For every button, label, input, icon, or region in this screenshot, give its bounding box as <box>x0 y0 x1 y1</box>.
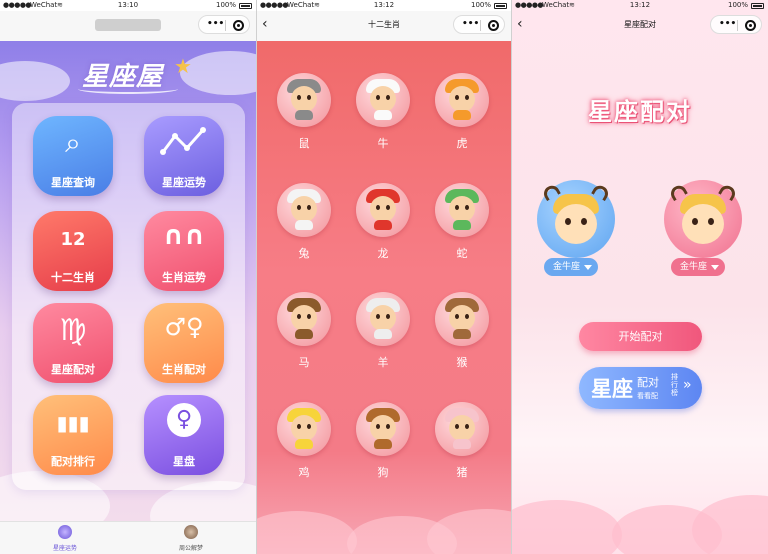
screen-home: ●●●●● WeChat ≋ 13:10 100% ••• 星座屋 ★ ⌕ 星座… <box>0 0 256 554</box>
nav-bar: ‹ 十二生肖 ••• <box>257 11 511 41</box>
zodiac-animal-8[interactable]: 猴 <box>432 292 492 370</box>
zodiac-label: 鸡 <box>298 466 310 479</box>
zodiac-label: 马 <box>298 356 310 369</box>
caret-down-icon <box>584 265 593 270</box>
zodiac-avatar-icon <box>435 292 489 346</box>
trend-icon <box>144 126 224 166</box>
match-heading: 星座配对 <box>588 98 692 126</box>
zodiac-avatar-icon <box>277 183 331 237</box>
tile-animal-match[interactable]: ♂♀ 生肖配对 <box>144 303 224 383</box>
more-icon[interactable]: ••• <box>207 19 224 29</box>
tile-zodiac-animal-fortune[interactable]: ∩∩ 生肖运势 <box>144 211 224 291</box>
zodiac-label: 羊 <box>377 356 389 369</box>
zodiac-label: 猴 <box>456 356 468 369</box>
zodiac-animal-7[interactable]: 羊 <box>353 292 413 370</box>
miniprogram-capsule[interactable]: ••• <box>710 15 762 34</box>
zodiac-label: 兔 <box>298 247 310 260</box>
zodiac-avatar-icon <box>356 183 410 237</box>
zodiac-avatar-icon <box>356 402 410 456</box>
blurred-title <box>95 19 161 31</box>
miniprogram-capsule[interactable]: ••• <box>453 15 505 34</box>
zodiac-avatar-icon <box>356 73 410 127</box>
tile-zodiac-query[interactable]: ⌕ 星座查询 <box>33 116 113 196</box>
zodiac-label: 牛 <box>377 137 389 150</box>
match-background <box>512 0 768 554</box>
zodiac-animal-6[interactable]: 马 <box>274 292 334 370</box>
zodiac-ranking-button[interactable]: 星座 配对 看看配 排行榜 » <box>579 367 702 409</box>
feature-panel: ⌕ 星座查询 星座运势 12 十二生肖 ∩∩ 生肖运势 ♍ 星座配对 ♂♀ 生肖… <box>12 103 245 490</box>
tab-zodiac-fortune[interactable]: 星座运势 <box>30 525 100 552</box>
gender-icon: ♂♀ <box>164 313 204 341</box>
tile-zodiac-match[interactable]: ♍ 星座配对 <box>33 303 113 383</box>
left-taurus-avatar <box>537 180 615 258</box>
app-logo: 星座屋 ★ <box>78 54 192 94</box>
status-bar: ●●●●● WeChat ≋ 13:10 100% <box>0 0 256 11</box>
miniprogram-capsule[interactable]: ••• <box>198 15 250 34</box>
zodiac-animal-2[interactable]: 虎 <box>432 73 492 151</box>
zodiac-animal-9[interactable]: 鸡 <box>274 402 334 480</box>
screen-twelve-zodiac: ●●●●● WeChat ≋ 13:12 100% ‹ 十二生肖 ••• 鼠 牛 虎… <box>257 0 511 554</box>
zodiac-animal-10[interactable]: 狗 <box>353 402 413 480</box>
close-miniprogram-icon[interactable] <box>233 20 244 31</box>
nav-bar: ‹ 星座配对 ••• <box>512 11 768 41</box>
tile-star-chart[interactable]: ♀ 星盘 <box>144 395 224 475</box>
status-bar: ●●●●● WeChat ≋ 13:12 100% <box>512 0 768 11</box>
virgo-icon: ♍ <box>59 313 87 348</box>
battery-icon <box>751 3 764 9</box>
zodiac-label: 龙 <box>377 247 389 260</box>
more-icon[interactable]: ••• <box>462 19 479 29</box>
zodiac-label: 猪 <box>456 466 468 479</box>
zodiac-avatar-icon <box>277 73 331 127</box>
zodiac-animal-1[interactable]: 牛 <box>353 73 413 151</box>
zodiac-label: 狗 <box>377 466 389 479</box>
zodiac-label: 鼠 <box>298 137 310 150</box>
chevron-right-icon: » <box>683 377 692 393</box>
tab-bar: 星座运势 周公解梦 <box>0 521 256 554</box>
battery-icon <box>239 3 252 9</box>
right-sign-select[interactable]: 金牛座 <box>671 258 726 276</box>
planet-icon <box>58 525 72 539</box>
venus-icon: ♀ <box>144 403 224 437</box>
start-match-button[interactable]: 开始配对 <box>579 322 702 351</box>
tile-zodiac-fortune[interactable]: 星座运势 <box>144 116 224 196</box>
status-bar: ●●●●● WeChat ≋ 13:12 100% <box>257 0 511 11</box>
right-taurus-avatar <box>664 180 742 258</box>
zodiac-animal-0[interactable]: 鼠 <box>274 73 334 151</box>
zodiac-avatar-icon <box>277 402 331 456</box>
tab-dream-interpretation[interactable]: 周公解梦 <box>156 525 226 552</box>
nav-bar: ••• <box>0 11 256 41</box>
rabbit-icon: 12 <box>60 229 86 250</box>
zodiac-animal-4[interactable]: 龙 <box>353 183 413 261</box>
zodiac-avatar-icon <box>277 292 331 346</box>
close-miniprogram-icon[interactable] <box>488 20 499 31</box>
battery-icon <box>494 3 507 9</box>
zodiac-avatar-icon <box>435 73 489 127</box>
tile-twelve-zodiac[interactable]: 12 十二生肖 <box>33 211 113 291</box>
rabbit-icon: ∩∩ <box>162 221 206 251</box>
duke-zhou-icon <box>184 525 198 539</box>
zodiac-avatar-icon <box>356 292 410 346</box>
zodiac-avatar-icon <box>435 183 489 237</box>
bar-chart-icon: ▮▮▮ <box>56 411 90 435</box>
zodiac-animal-11[interactable]: 猪 <box>432 402 492 480</box>
zodiac-avatar-icon <box>435 402 489 456</box>
close-miniprogram-icon[interactable] <box>745 20 756 31</box>
left-sign-select[interactable]: 金牛座 <box>544 258 599 276</box>
screen-zodiac-match: ●●●●● WeChat ≋ 13:12 100% ‹ 星座配对 ••• 星座配… <box>512 0 768 554</box>
more-icon[interactable]: ••• <box>719 19 736 29</box>
search-icon: ⌕ <box>65 126 81 159</box>
zodiac-animal-3[interactable]: 兔 <box>274 183 334 261</box>
zodiac-animal-5[interactable]: 蛇 <box>432 183 492 261</box>
caret-down-icon <box>711 265 720 270</box>
star-icon: ★ <box>174 54 192 78</box>
zodiac-label: 蛇 <box>456 247 468 260</box>
tile-match-ranking[interactable]: ▮▮▮ 配对排行 <box>33 395 113 475</box>
zodiac-label: 虎 <box>456 137 468 150</box>
